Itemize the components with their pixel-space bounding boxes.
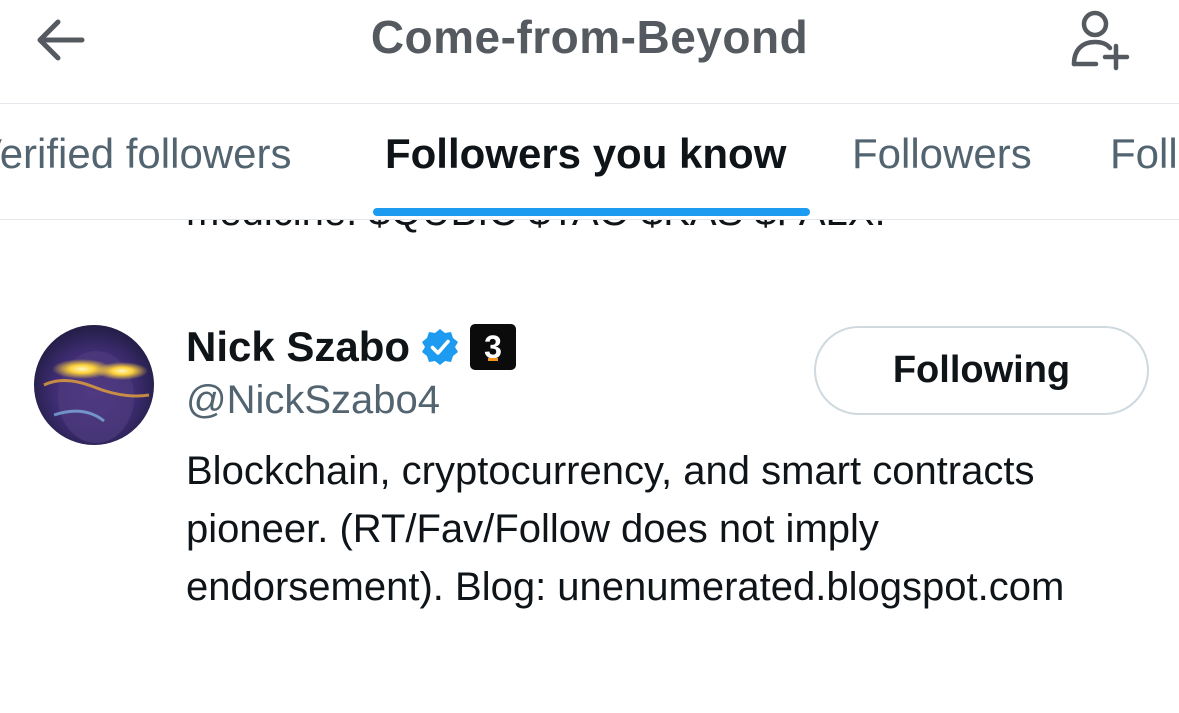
- add-user-button[interactable]: [1062, 6, 1134, 72]
- user-name-row: Nick Szabo 3: [186, 322, 517, 372]
- active-tab-indicator: [373, 208, 810, 216]
- add-user-icon: [1071, 10, 1130, 71]
- affiliate-badge-icon: 3: [470, 324, 517, 370]
- tab-followers-you-know[interactable]: Followers you know: [385, 130, 786, 178]
- user-name[interactable]: Nick Szabo: [186, 323, 410, 371]
- avatar[interactable]: [34, 325, 154, 445]
- follower-tabs: Verified followers Followers you know Fo…: [0, 104, 1179, 220]
- avatar-image: [34, 325, 154, 445]
- tab-followers[interactable]: Followers: [852, 130, 1032, 178]
- page-title: Come-from-Beyond: [370, 11, 809, 63]
- user-handle[interactable]: @NickSzabo4: [186, 378, 440, 423]
- top-bar: Come-from-Beyond: [0, 0, 1179, 104]
- user-bio: Blockchain, cryptocurrency, and smart co…: [186, 449, 1065, 609]
- tab-following[interactable]: Following: [1110, 130, 1179, 178]
- following-button[interactable]: Following: [814, 326, 1149, 415]
- tab-verified-followers[interactable]: Verified followers: [0, 130, 291, 178]
- verified-badge-icon: [422, 329, 459, 365]
